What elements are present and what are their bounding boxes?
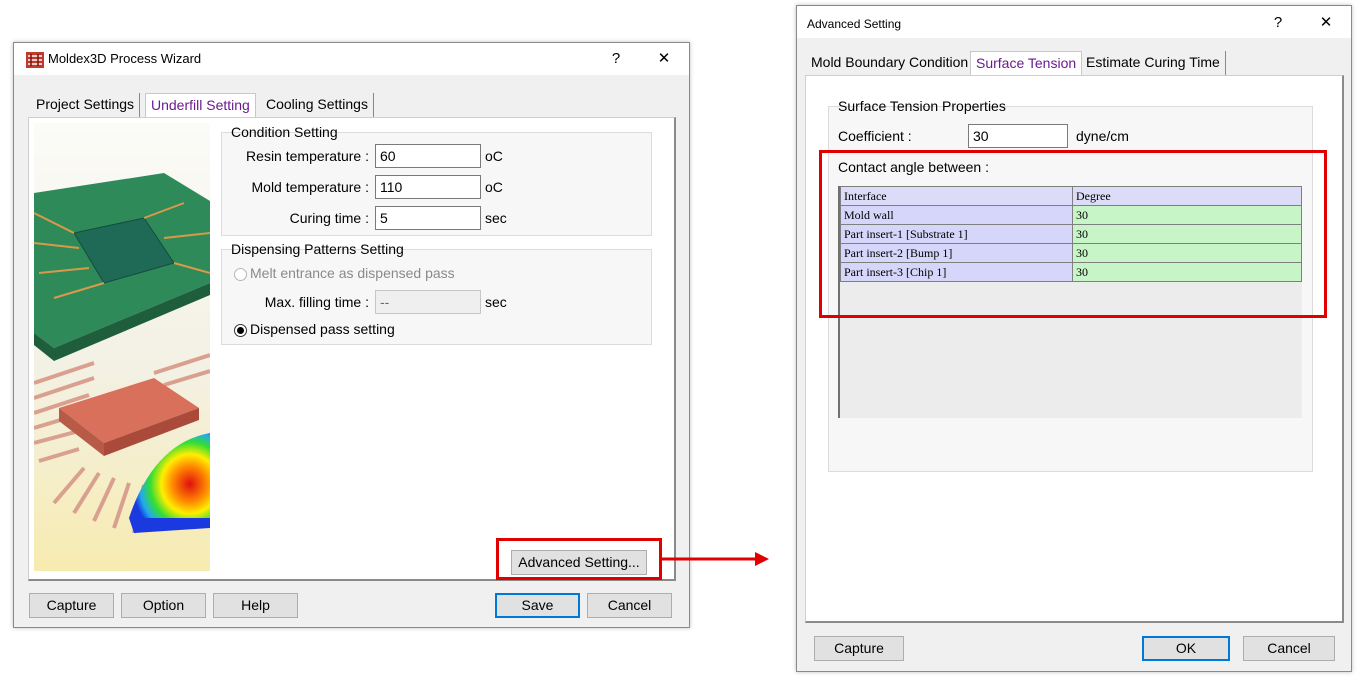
capture-button[interactable]: Capture	[29, 593, 114, 618]
help-icon[interactable]: ?	[601, 47, 631, 71]
tab-mold-boundary-condition[interactable]: Mold Boundary Condition	[806, 51, 975, 75]
wizard-title: Moldex3D Process Wizard	[48, 51, 202, 66]
tab-estimate-curing-time[interactable]: Estimate Curing Time	[1081, 51, 1226, 75]
tab-cooling-settings[interactable]: Cooling Settings	[261, 93, 374, 117]
ok-button[interactable]: OK	[1142, 636, 1230, 661]
advanced-titlebar[interactable]: Advanced Setting ? ✕	[797, 6, 1351, 38]
tab-surface-tension[interactable]: Surface Tension	[970, 51, 1083, 75]
coefficient-unit: dyne/cm	[1076, 128, 1129, 144]
condition-setting-title: Condition Setting	[231, 124, 338, 140]
help-icon[interactable]: ?	[1263, 11, 1293, 35]
contact-angle-highlight	[819, 150, 1327, 318]
cancel-button[interactable]: Cancel	[587, 593, 672, 618]
resin-temperature-unit: oC	[485, 148, 503, 164]
resin-temperature-input[interactable]	[375, 144, 481, 168]
mold-temperature-input[interactable]	[375, 175, 481, 199]
advanced-setting-highlight	[496, 538, 662, 580]
capture-button[interactable]: Capture	[814, 636, 904, 661]
dispensed-pass-label: Dispensed pass setting	[250, 321, 395, 337]
mold-temperature-label: Mold temperature :	[251, 179, 370, 195]
close-icon[interactable]: ✕	[649, 47, 679, 71]
melt-entrance-label: Melt entrance as dispensed pass	[250, 265, 455, 281]
close-icon[interactable]: ✕	[1311, 11, 1341, 35]
option-button[interactable]: Option	[121, 593, 206, 618]
max-filling-time-input[interactable]	[375, 290, 481, 314]
curing-time-input[interactable]	[375, 206, 481, 230]
max-filling-time-label: Max. filling time :	[264, 294, 369, 310]
advanced-title: Advanced Setting	[807, 17, 902, 31]
coefficient-label: Coefficient :	[838, 128, 912, 144]
curing-time-label: Curing time :	[289, 210, 369, 226]
advanced-setting-window: Advanced Setting ? ✕ Mold Boundary Condi…	[796, 5, 1352, 672]
moldex3d-app-icon	[26, 52, 44, 68]
cancel-button[interactable]: Cancel	[1243, 636, 1335, 661]
arrow-icon	[661, 552, 769, 566]
underfill-tab-page: Condition Setting Resin temperature : oC…	[28, 117, 676, 581]
tab-underfill-setting[interactable]: Underfill Setting	[145, 93, 256, 117]
help-button[interactable]: Help	[213, 593, 298, 618]
underfill-illustration	[34, 123, 210, 571]
dispensing-patterns-title: Dispensing Patterns Setting	[231, 241, 404, 257]
resin-temperature-label: Resin temperature :	[246, 148, 369, 164]
tab-project-settings[interactable]: Project Settings	[31, 93, 141, 117]
melt-entrance-radio[interactable]	[234, 268, 247, 281]
mold-temperature-unit: oC	[485, 179, 503, 195]
coefficient-input[interactable]	[968, 124, 1068, 148]
curing-time-unit: sec	[485, 210, 507, 226]
surface-tension-title: Surface Tension Properties	[838, 98, 1006, 114]
max-filling-time-unit: sec	[485, 294, 507, 310]
dispensed-pass-radio[interactable]	[234, 324, 247, 337]
save-button[interactable]: Save	[495, 593, 580, 618]
radio-selected-dot	[237, 327, 244, 334]
wizard-titlebar[interactable]: Moldex3D Process Wizard ? ✕	[14, 43, 689, 75]
